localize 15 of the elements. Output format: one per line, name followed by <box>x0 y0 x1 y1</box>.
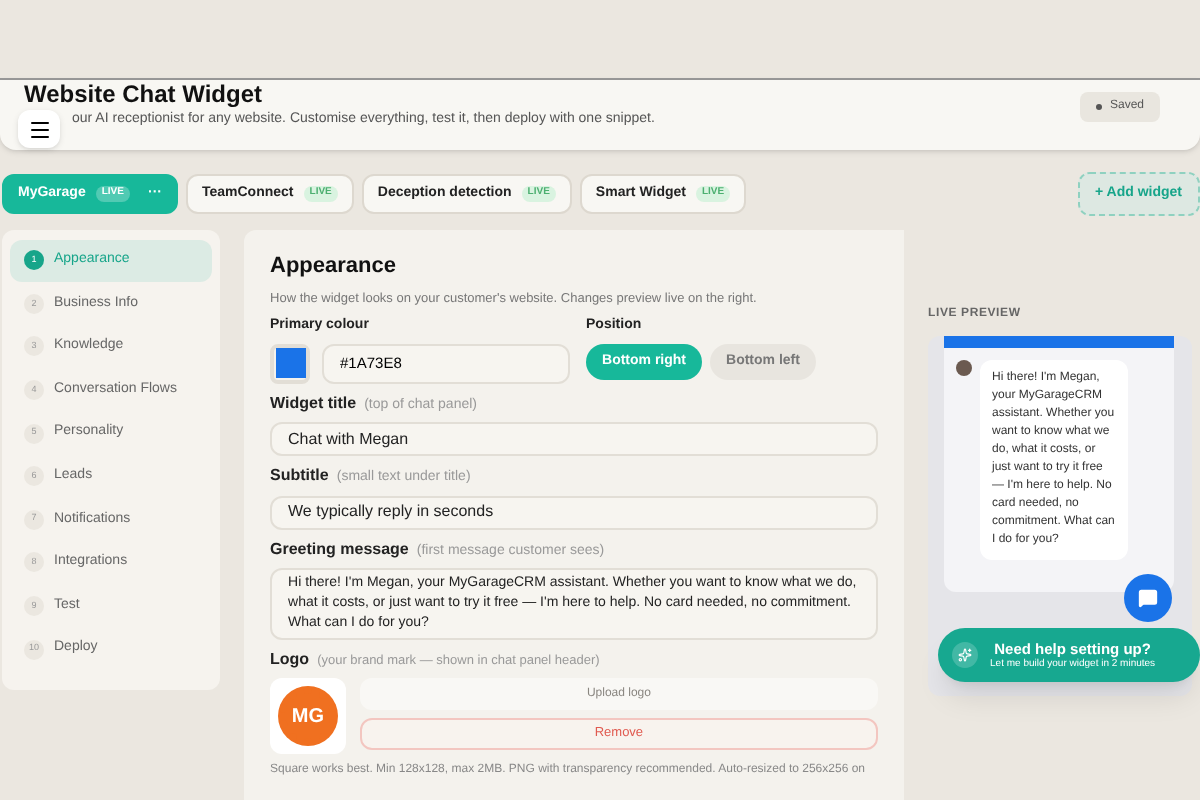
page-title: Website Chat Widget <box>24 82 265 106</box>
chat-launcher[interactable] <box>1124 574 1173 622</box>
widget-title-field[interactable]: Chat with Megan <box>270 422 879 457</box>
sparkle-icon <box>952 642 979 668</box>
field-label: Greeting message <box>270 537 409 562</box>
section-title: Appearance <box>270 252 398 282</box>
subtitle-field[interactable]: We typically reply in seconds <box>270 495 879 530</box>
field-label: Widget title <box>270 391 357 416</box>
field-label: Logo <box>270 648 310 673</box>
menu-button[interactable] <box>18 110 60 148</box>
field-label: Subtitle <box>270 464 329 489</box>
chat-icon <box>1138 588 1159 608</box>
logo-mark: MG <box>277 686 338 747</box>
avatar <box>956 360 973 376</box>
menu-icon <box>27 117 51 141</box>
